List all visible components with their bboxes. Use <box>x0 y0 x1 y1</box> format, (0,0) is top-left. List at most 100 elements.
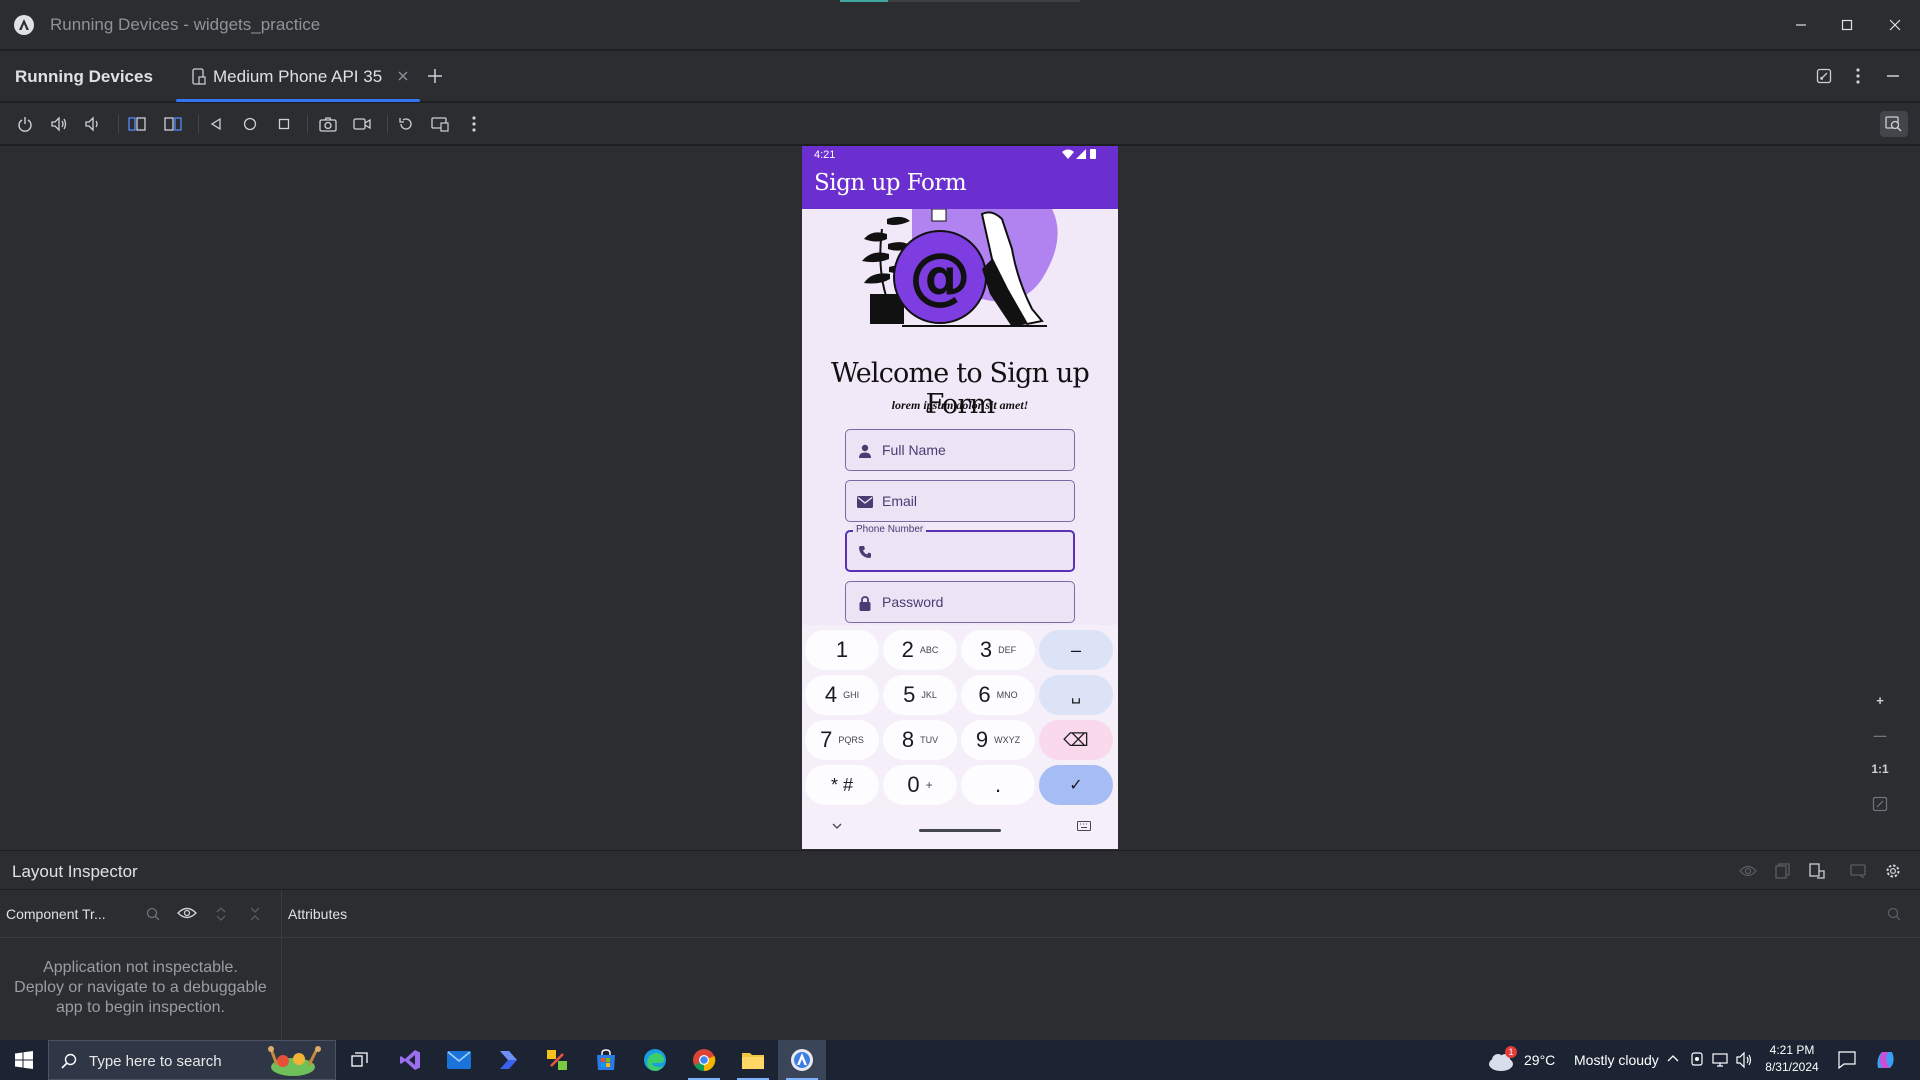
rotate-right-icon[interactable] <box>163 114 183 134</box>
hide-panel-icon[interactable] <box>1883 66 1903 86</box>
layout-inspector-title: Layout Inspector <box>12 862 138 881</box>
email-field[interactable]: Email <box>845 480 1075 522</box>
copilot-icon[interactable] <box>1874 1048 1898 1072</box>
layout-inspector-header: Layout Inspector <box>0 850 1920 890</box>
android-studio-taskbar-icon[interactable] <box>778 1040 826 1080</box>
screen-capture-icon[interactable] <box>1848 861 1868 881</box>
key-star-hash[interactable]: * # <box>805 765 879 805</box>
key-9[interactable]: 9 WXYZ <box>961 720 1035 760</box>
volume-icon[interactable] <box>1736 1052 1754 1068</box>
notifications-icon[interactable] <box>1838 1051 1856 1069</box>
power-icon[interactable] <box>15 114 35 134</box>
windows-start-icon[interactable] <box>0 1040 48 1080</box>
tab-medium-phone-api-35[interactable]: Medium Phone API 35 <box>176 51 420 102</box>
key-dash[interactable]: – <box>1039 630 1113 670</box>
show-hidden-icons-chevron-icon[interactable] <box>1667 1054 1679 1062</box>
attributes-label: Attributes <box>288 906 348 922</box>
network-icon[interactable] <box>1712 1052 1730 1068</box>
settings-gear-icon[interactable] <box>1883 861 1903 881</box>
search-icon[interactable] <box>143 904 163 924</box>
microsoft-store-icon[interactable] <box>582 1040 630 1080</box>
file-explorer-icon[interactable] <box>729 1040 777 1080</box>
taskbar-search-box[interactable]: Type here to search <box>48 1040 336 1080</box>
key-1[interactable]: 1 <box>805 630 879 670</box>
tab-close-icon[interactable] <box>396 69 410 83</box>
taskbar-clock[interactable]: 4:21 PM <box>1762 1043 1822 1057</box>
key-period[interactable]: . <box>961 765 1035 805</box>
back-icon[interactable] <box>206 114 226 134</box>
keyboard-switch-icon[interactable] <box>1077 821 1091 831</box>
window-title-bar: Running Devices - widgets_practice <box>0 0 1920 50</box>
inspector-toggle-icon[interactable] <box>1880 111 1908 137</box>
key-8[interactable]: 8 TUV <box>883 720 957 760</box>
tree-export-icon[interactable] <box>1807 861 1827 881</box>
mail-app-icon[interactable] <box>435 1040 483 1080</box>
taskbar-date[interactable]: 8/31/2024 <box>1762 1060 1822 1074</box>
weather-description[interactable]: Mostly cloudy <box>1574 1052 1659 1068</box>
key-done[interactable]: ✓ <box>1039 765 1113 805</box>
key-3[interactable]: 3 DEF <box>961 630 1035 670</box>
title-progress-accent <box>840 0 888 2</box>
key-backspace[interactable]: ⌫ <box>1039 720 1113 760</box>
add-device-icon[interactable] <box>425 66 445 86</box>
message-line-3: app to begin inspection. <box>55 999 225 1016</box>
key-2[interactable]: 2 ABC <box>883 630 957 670</box>
windows-taskbar: Type here to search 1 29°C Mostly cloudy… <box>0 1040 1920 1080</box>
tools-app-icon[interactable] <box>533 1040 581 1080</box>
gesture-handle[interactable] <box>919 829 1001 832</box>
more-options-icon[interactable] <box>1848 66 1868 86</box>
password-field[interactable]: Password <box>845 581 1075 623</box>
chrome-browser-icon[interactable] <box>680 1040 728 1080</box>
window-title: Running Devices - widgets_practice <box>50 15 321 34</box>
screenshot-icon[interactable] <box>318 114 338 134</box>
keyboard-collapse-icon[interactable] <box>832 823 842 829</box>
overview-icon[interactable] <box>274 114 294 134</box>
close-icon[interactable] <box>1884 14 1906 36</box>
phone-number-label: Phone Number <box>853 524 927 535</box>
svg-text:@: @ <box>909 239 971 312</box>
maximize-icon[interactable] <box>1836 14 1858 36</box>
device-mirroring-icon[interactable] <box>430 114 450 134</box>
device-toolbar <box>0 103 1920 145</box>
mail-icon <box>856 493 874 511</box>
phone-number-field[interactable]: Phone Number <box>845 524 1075 572</box>
window-mode-icon[interactable] <box>1814 66 1834 86</box>
zoom-actual-size[interactable]: 1:1 <box>1868 757 1892 781</box>
eye-icon[interactable] <box>1738 861 1758 881</box>
full-name-field[interactable]: Full Name <box>845 429 1075 471</box>
snapshot-icon[interactable] <box>1773 861 1793 881</box>
minimize-icon[interactable] <box>1790 14 1812 36</box>
status-time: 4:21 <box>814 149 836 161</box>
panel-divider[interactable] <box>281 890 282 1040</box>
zoom-out-icon[interactable]: — <box>1868 723 1892 747</box>
key-6[interactable]: 6 MNO <box>961 675 1035 715</box>
edge-browser-icon[interactable] <box>631 1040 679 1080</box>
volume-down-icon[interactable] <box>82 114 102 134</box>
rotate-left-icon[interactable] <box>127 114 147 134</box>
key-7[interactable]: 7 PQRS <box>805 720 879 760</box>
visibility-eye-icon[interactable] <box>176 904 198 924</box>
message-line-1: Application not inspectable. <box>43 959 238 976</box>
zoom-fit-icon[interactable] <box>1868 792 1892 816</box>
zoom-in-icon[interactable]: + <box>1868 688 1892 712</box>
key-5[interactable]: 5 JKL <box>883 675 957 715</box>
weather-temperature[interactable]: 29°C <box>1524 1052 1555 1068</box>
home-icon[interactable] <box>240 114 260 134</box>
meet-now-icon[interactable] <box>1689 1051 1705 1067</box>
expand-all-icon[interactable] <box>211 904 231 924</box>
collapse-all-icon[interactable] <box>245 904 265 924</box>
phone-screen[interactable]: 4:21 Sign up Form @ Welcome to Sign up F… <box>802 146 1118 849</box>
screen-record-icon[interactable] <box>352 114 372 134</box>
key-4[interactable]: 4 GHI <box>805 675 879 715</box>
volume-up-icon[interactable] <box>49 114 69 134</box>
toolbar-more-icon[interactable] <box>464 114 484 134</box>
key-space[interactable]: ␣ <box>1039 675 1113 715</box>
power-automate-icon[interactable] <box>484 1040 532 1080</box>
attributes-search-icon[interactable] <box>1884 904 1904 924</box>
visual-studio-icon[interactable] <box>386 1040 434 1080</box>
key-0[interactable]: 0 + <box>883 765 957 805</box>
toolbar-separator <box>118 115 119 133</box>
task-view-icon[interactable] <box>336 1040 384 1080</box>
reset-icon[interactable] <box>396 114 416 134</box>
wifi-icon <box>1062 149 1074 159</box>
